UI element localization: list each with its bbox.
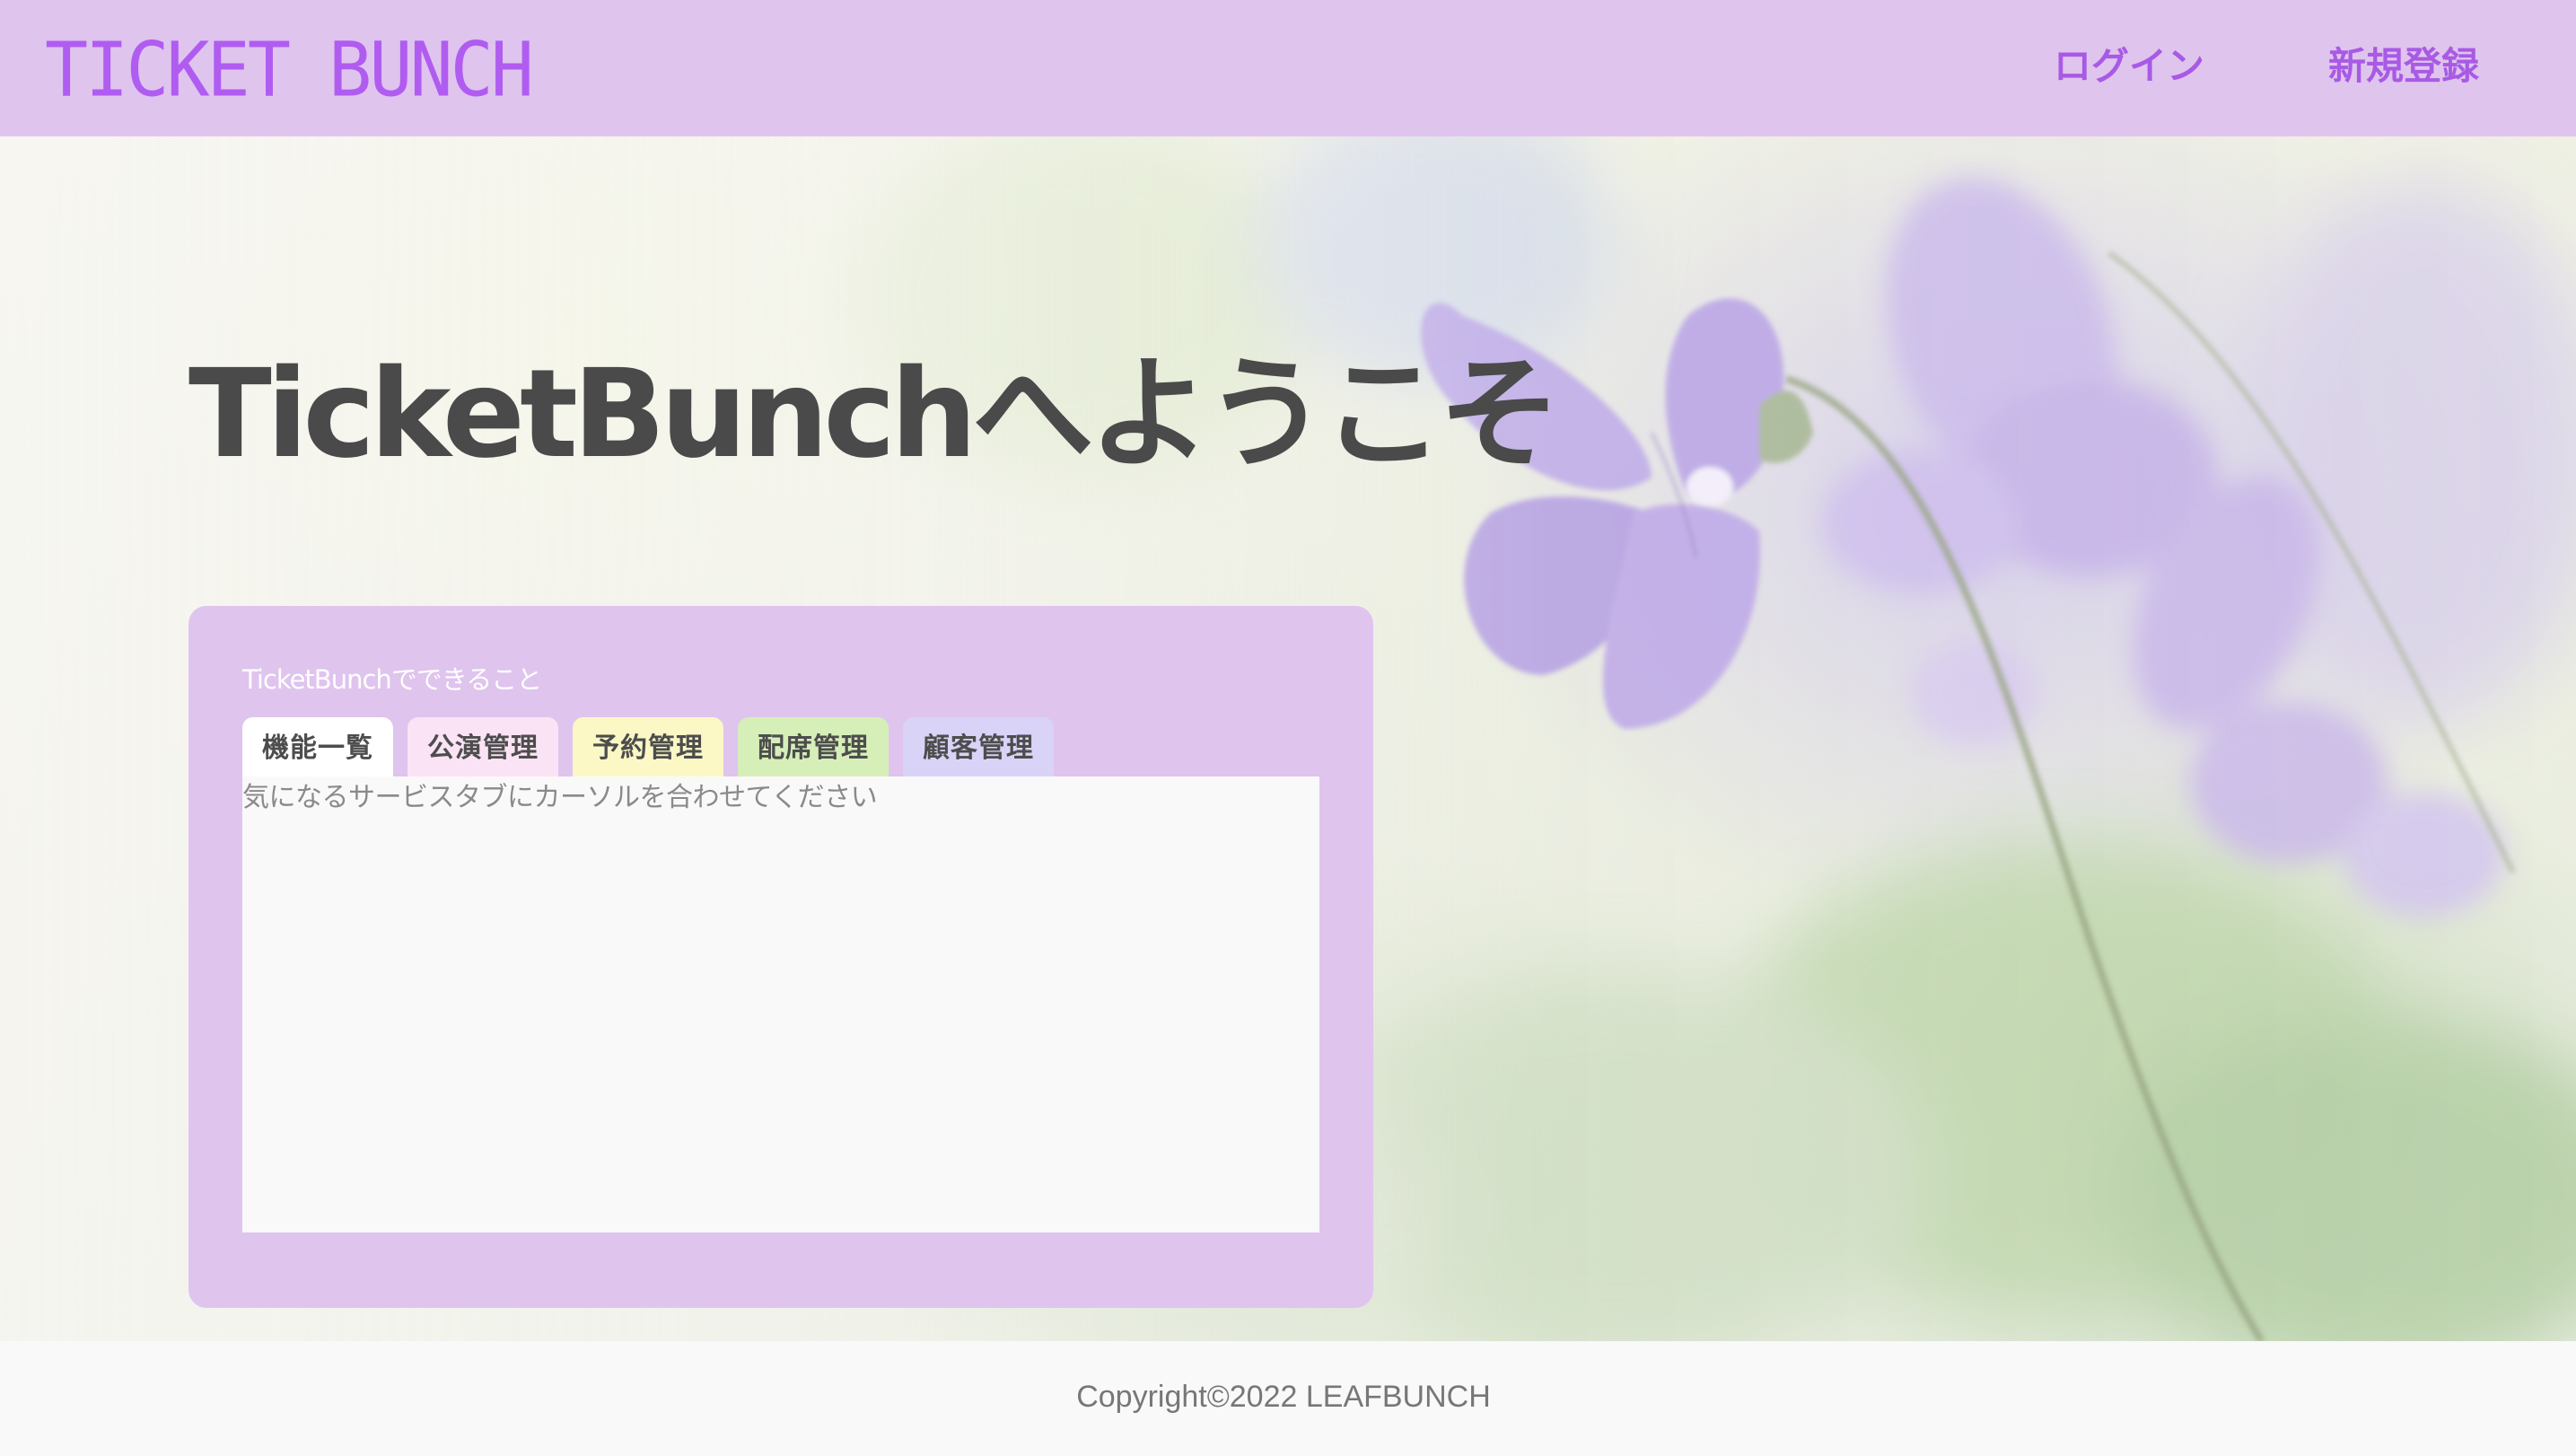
tab-seating-management[interactable]: 配席管理 [738,717,889,776]
tab-content: 気になるサービスタブにカーソルを合わせてください [242,776,1319,1232]
hero-title: TicketBunchへようこそ [188,344,1561,486]
copyright-text: Copyright©2022 LEAFBUNCH [1076,1380,1491,1414]
tab-reservation-management[interactable]: 予約管理 [573,717,723,776]
tab-performance-management[interactable]: 公演管理 [407,717,558,776]
features-caption: TicketBunchでできること [242,664,542,695]
hero-section: TicketBunchへようこそ TicketBunchでできること 機能一覧 … [0,136,2576,1341]
login-link[interactable]: ログイン [2054,39,2204,93]
tab-hint-text: 気になるサービスタブにカーソルを合わせてください [242,782,878,813]
features-panel: TicketBunchでできること 機能一覧 公演管理 予約管理 配席管理 顧客… [188,606,1373,1308]
tab-features-list[interactable]: 機能一覧 [242,717,393,776]
site-logo[interactable]: TICKET BUNCH [45,26,534,114]
register-link[interactable]: 新規登録 [2328,39,2479,93]
tab-customer-management[interactable]: 顧客管理 [903,717,1054,776]
site-header: TICKET BUNCH ログイン 新規登録 [0,0,2576,136]
feature-tabs: 機能一覧 公演管理 予約管理 配席管理 顧客管理 [242,717,1068,776]
site-footer: Copyright©2022 LEAFBUNCH [0,1341,2576,1456]
